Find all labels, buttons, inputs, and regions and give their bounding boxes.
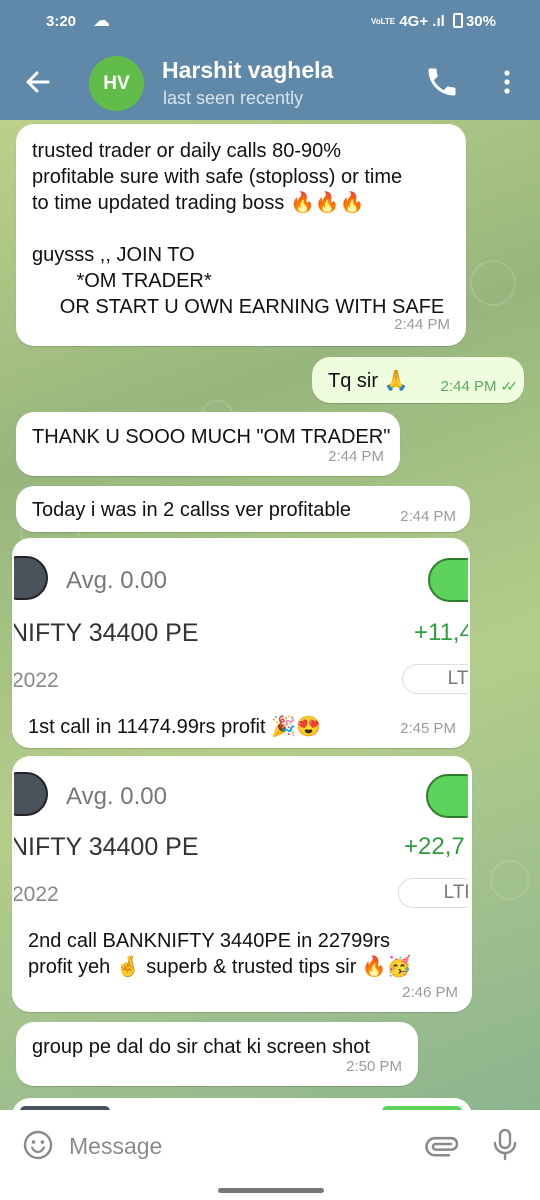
message-time: 2:44 PM <box>400 508 456 525</box>
avg-label: Avg. 0.00 <box>66 783 167 810</box>
emoji-button[interactable] <box>22 1129 54 1161</box>
back-button[interactable] <box>20 64 56 100</box>
message-input[interactable] <box>69 1130 389 1162</box>
contact-status: last seen recently <box>163 88 304 108</box>
incoming-message[interactable]: trusted trader or daily calls 80-90% pro… <box>16 124 466 346</box>
toggle-icon <box>426 774 468 818</box>
contact-name[interactable]: Harshit vaghela <box>162 57 333 84</box>
call-button[interactable] <box>424 64 460 100</box>
instrument-name: NIFTY 34400 PE <box>14 833 199 861</box>
double-check-icon: ✓✓ <box>500 378 519 394</box>
ltp-label: LTP <box>402 664 468 694</box>
message-text: 1st call in 11474.99rs profit 🎉😍 <box>28 716 321 738</box>
status-bar: 3:20 ☁ VoLTE 4G+ .ıl 30% <box>0 0 540 44</box>
screenshot-image[interactable]: Avg. 0.00 NIFTY 34400 PE +22,7 2022 LTP <box>14 758 468 918</box>
status-time: 3:20 <box>46 13 77 30</box>
smiley-icon <box>23 1130 53 1160</box>
pnl-value: +11,4 <box>414 619 468 646</box>
attach-button[interactable] <box>424 1128 459 1162</box>
message-time: 2:44 PM <box>394 316 450 333</box>
volte-badge: VoLTE <box>371 17 396 26</box>
wallpaper-doodle <box>490 860 530 900</box>
pnl-value: +22,7 <box>404 833 465 860</box>
toggle-icon <box>14 772 48 816</box>
avatar[interactable]: HV <box>89 56 144 111</box>
microphone-icon <box>493 1128 517 1161</box>
ltp-label: LTP <box>398 878 468 908</box>
network-type: 4G+ <box>399 13 429 30</box>
incoming-message[interactable]: THANK U SOOO MUCH "OM TRADER" 2:44 PM <box>16 412 400 476</box>
phone-icon <box>428 68 456 96</box>
paperclip-icon <box>425 1136 459 1157</box>
outgoing-message[interactable]: Tq sir 🙏 2:44 PM ✓✓ <box>312 357 524 403</box>
screenshot-image[interactable]: Avg. 0.00 NIFTY 34400 PE +11,4 2022 LTP <box>14 540 468 702</box>
home-indicator[interactable] <box>218 1188 324 1193</box>
incoming-message[interactable]: group pe dal do sir chat ki screen shot … <box>16 1022 418 1086</box>
message-text: Tq sir 🙏 <box>328 370 409 392</box>
battery-percent: 30% <box>465 13 496 30</box>
message-text: trusted trader or daily calls 80-90% pro… <box>32 140 445 318</box>
message-time: 2:44 PM <box>440 378 497 395</box>
wallpaper-doodle <box>470 260 516 306</box>
year-label: 2022 <box>14 669 59 692</box>
signal-icon: .ıl <box>432 13 445 30</box>
message-time: 2:45 PM <box>400 720 456 737</box>
status-indicators: VoLTE 4G+ .ıl 30% <box>371 13 496 30</box>
voice-button[interactable] <box>490 1127 520 1163</box>
more-options-button[interactable] <box>497 64 517 100</box>
instrument-name: NIFTY 34400 PE <box>14 619 199 647</box>
message-text: Today i was in 2 callss ver profitable <box>32 499 352 521</box>
message-text: 2nd call BANKNIFTY 3440PE in 22799rs pro… <box>28 930 412 978</box>
year-label: 2022 <box>14 883 59 906</box>
incoming-image-message[interactable]: Avg. 0.00 NIFTY 34400 PE +22,7 2022 LTP … <box>12 756 472 1012</box>
chat-header: HV Harshit vaghela last seen recently <box>0 44 540 120</box>
incoming-image-message[interactable]: Avg. 0.00 NIFTY 34400 PE +11,4 2022 LTP … <box>12 538 470 748</box>
battery-icon <box>452 13 463 28</box>
incoming-image-message[interactable] <box>12 1098 472 1110</box>
toggle-icon <box>14 556 48 600</box>
message-time: 2:44 PM <box>328 448 384 465</box>
avg-label: Avg. 0.00 <box>66 567 167 594</box>
message-text: group pe dal do sir chat ki screen shot <box>32 1036 370 1058</box>
chat-area[interactable]: trusted trader or daily calls 80-90% pro… <box>0 120 540 1110</box>
message-composer <box>0 1110 540 1200</box>
toggle-icon <box>428 558 468 602</box>
message-time: 2:46 PM <box>402 984 458 1001</box>
back-arrow-icon <box>26 71 50 93</box>
incoming-message[interactable]: Today i was in 2 callss ver profitable 2… <box>16 486 470 532</box>
message-time-status: 2:44 PM ✓✓ <box>440 373 519 400</box>
more-vert-icon <box>504 70 510 94</box>
cloud-icon: ☁ <box>93 11 110 30</box>
message-time: 2:50 PM <box>346 1058 402 1075</box>
